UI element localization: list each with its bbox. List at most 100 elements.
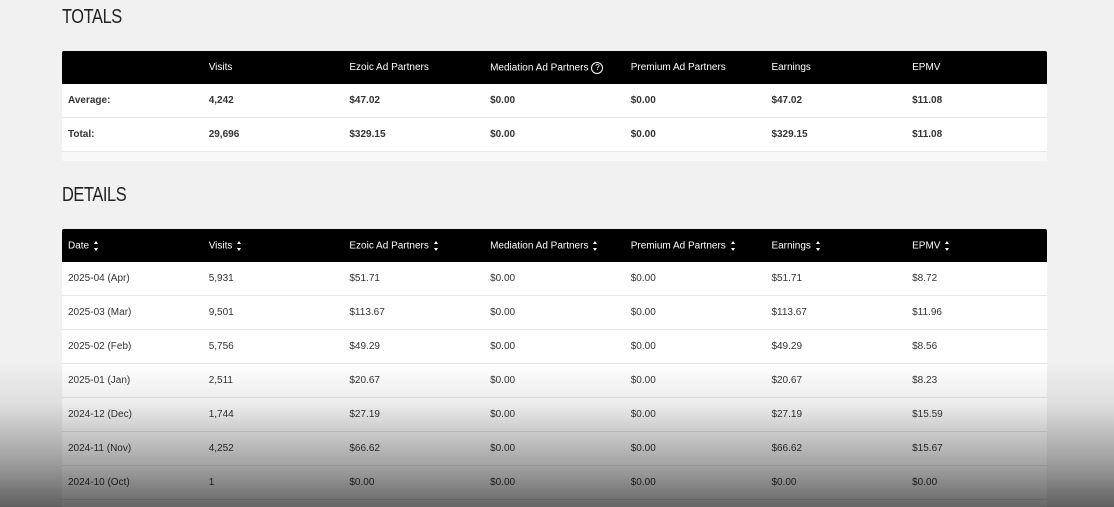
table-cell: $47.02 xyxy=(349,95,380,106)
table-cell: 4,242 xyxy=(208,95,234,106)
totals-footer-spacer xyxy=(62,152,1047,161)
details-header-earnings-label: Earnings xyxy=(771,240,811,252)
details-header-epmv-label: EPMV xyxy=(912,240,941,252)
totals-title: TOTALS xyxy=(62,6,122,28)
table-cell: 9,501 xyxy=(208,307,234,318)
table-cell: $0.00 xyxy=(490,341,516,352)
sort-icon[interactable] xyxy=(94,240,99,252)
table-row: 2024-10 (Oct) 1 $0.00 $0.00 $0.00 $0.00 $0.00 xyxy=(62,466,1047,500)
table-cell: $66.62 xyxy=(349,443,380,454)
table-cell: $47.02 xyxy=(771,95,803,106)
table-cell: $0.00 xyxy=(490,129,516,140)
table-cell: 2024-12 (Dec) xyxy=(68,409,132,420)
table-cell: $0.00 xyxy=(630,95,656,106)
details-header-ezoic[interactable]: Ezoic Ad Partners xyxy=(343,240,484,252)
table-cell: $0.00 xyxy=(630,443,656,454)
totals-header-row: Visits Ezoic Ad Partners Mediation Ad Pa… xyxy=(62,51,1047,84)
table-cell: $0.00 xyxy=(490,477,516,488)
table-cell: Average: xyxy=(68,95,111,106)
table-cell: $20.67 xyxy=(771,375,803,386)
table-cell: $8.23 xyxy=(912,375,938,386)
details-header-visits-label: Visits xyxy=(208,240,233,252)
table-cell: $15.67 xyxy=(912,443,943,454)
table-cell: $113.67 xyxy=(771,307,807,318)
table-cell: 2025-02 (Feb) xyxy=(68,341,132,352)
sort-icon[interactable] xyxy=(815,240,821,252)
table-cell: $0.00 xyxy=(490,273,516,284)
totals-header-ezoic: Ezoic Ad Partners xyxy=(349,62,429,73)
details-header-ezoic-label: Ezoic Ad Partners xyxy=(349,240,429,252)
table-cell: $0.00 xyxy=(630,307,656,318)
table-cell: $0.00 xyxy=(630,341,656,352)
details-table: Date Visits Ezoic Ad Partners Mediation … xyxy=(62,229,1047,507)
table-cell: $51.71 xyxy=(349,273,380,284)
table-cell: 2025-04 (Apr) xyxy=(68,273,130,284)
table-cell: $11.08 xyxy=(912,95,943,106)
table-cell: $0.00 xyxy=(630,477,656,488)
table-cell: 2025-01 (Jan) xyxy=(68,375,131,386)
table-cell: 29,696 xyxy=(208,129,240,140)
details-header-earnings[interactable]: Earnings xyxy=(765,240,906,252)
table-cell: $0.00 xyxy=(349,477,375,488)
table-row: 2024-11 (Nov) 4,252 $66.62 $0.00 $0.00 $66.62… xyxy=(62,432,1047,466)
details-header-visits[interactable]: Visits xyxy=(203,240,344,252)
totals-header-visits: Visits xyxy=(208,62,233,73)
totals-header-premium: Premium Ad Partners xyxy=(630,62,726,73)
table-cell: 5,931 xyxy=(208,273,234,284)
table-cell: $20.67 xyxy=(349,375,380,386)
table-cell: $8.72 xyxy=(912,273,938,284)
table-cell: 2025-03 (Mar) xyxy=(68,307,132,318)
sort-icon[interactable] xyxy=(593,240,598,252)
table-cell: $329.15 xyxy=(771,129,808,140)
details-header-mediation-label: Mediation Ad Partners xyxy=(490,240,589,252)
table-cell: 5,756 xyxy=(208,341,234,352)
table-cell: $51.71 xyxy=(771,273,803,284)
table-cell: $0.00 xyxy=(771,477,797,488)
table-cell: $11.96 xyxy=(912,307,942,318)
table-row: 2025-04 (Apr) 5,931 $51.71 $0.00 $0.00 $51.71… xyxy=(62,262,1047,296)
table-cell: 4,252 xyxy=(208,443,234,454)
table-cell: 1,744 xyxy=(208,409,234,420)
totals-header-mediation: Mediation Ad Partners? xyxy=(484,61,625,74)
table-cell: $329.15 xyxy=(349,129,386,140)
totals-row-total: Total: 29,696 $329.15 $0.00 $0.00 $329.1… xyxy=(62,118,1047,152)
details-header-row: Date Visits Ezoic Ad Partners Mediation … xyxy=(62,229,1047,262)
table-cell: Total: xyxy=(68,129,95,140)
table-cell: $0.00 xyxy=(490,375,516,386)
table-row: 2025-03 (Mar) 9,501 $113.67 $0.00 $0.00 $113.… xyxy=(62,296,1047,330)
table-cell: $11.08 xyxy=(912,129,943,140)
table-cell: $0.00 xyxy=(630,129,656,140)
sort-icon[interactable] xyxy=(433,240,439,252)
table-row: 2024-12 (Dec) 1,744 $27.19 $0.00 $0.00 $27.19… xyxy=(62,398,1047,432)
totals-header-mediation-label: Mediation Ad Partners xyxy=(490,62,589,74)
sort-icon[interactable] xyxy=(237,240,242,252)
table-cell: $0.00 xyxy=(490,307,516,318)
table-cell: 2024-11 (Nov) xyxy=(68,443,132,454)
totals-row-average: Average: 4,242 $47.02 $0.00 $0.00 $47.02… xyxy=(62,84,1047,118)
details-header-epmv[interactable]: EPMV xyxy=(906,240,1047,252)
table-cell: $49.29 xyxy=(771,341,803,352)
table-row: 2025-02 (Feb) 5,756 $49.29 $0.00 $0.00 $49.29… xyxy=(62,330,1047,364)
table-cell: $0.00 xyxy=(630,409,656,420)
table-cell: $49.29 xyxy=(349,341,380,352)
details-header-date[interactable]: Date xyxy=(62,240,203,252)
table-cell: 1 xyxy=(208,477,215,488)
totals-table: Visits Ezoic Ad Partners Mediation Ad Pa… xyxy=(62,51,1047,161)
table-cell: $27.19 xyxy=(349,409,380,420)
details-header-mediation[interactable]: Mediation Ad Partners xyxy=(484,240,625,252)
table-cell: $0.00 xyxy=(490,409,516,420)
sort-icon[interactable] xyxy=(945,240,950,252)
table-cell: $0.00 xyxy=(490,443,516,454)
table-cell: $0.00 xyxy=(912,477,938,488)
table-cell: 2024-10 (Oct) xyxy=(68,477,130,488)
table-cell: $0.00 xyxy=(630,273,656,284)
table-cell: 2,511 xyxy=(208,375,233,386)
table-cell: $0.00 xyxy=(490,95,516,106)
details-header-premium[interactable]: Premium Ad Partners xyxy=(625,240,766,252)
sort-icon[interactable] xyxy=(730,240,736,252)
details-title: DETAILS xyxy=(62,184,127,206)
table-row: 2025-01 (Jan) 2,511 $20.67 $0.00 $0.00 $20.67… xyxy=(62,364,1047,398)
question-circle-icon[interactable]: ? xyxy=(591,61,604,74)
details-header-date-label: Date xyxy=(68,240,90,252)
totals-header-epmv: EPMV xyxy=(912,62,941,73)
